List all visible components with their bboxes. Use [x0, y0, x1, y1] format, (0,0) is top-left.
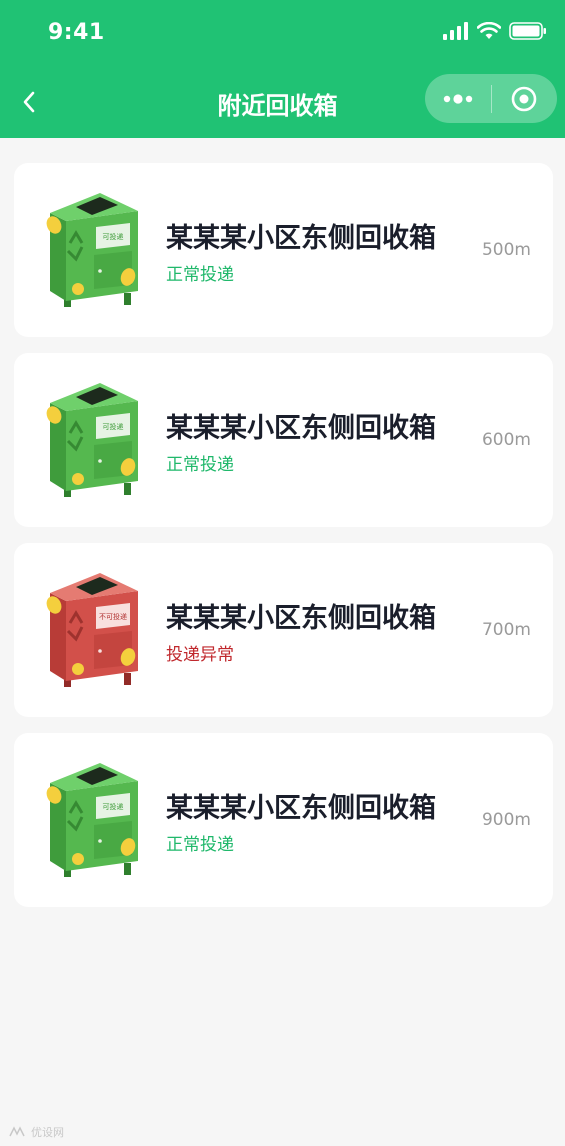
bin-name: 某某某小区东侧回收箱	[166, 413, 436, 444]
recycle-bin-card[interactable]: 不可投递 某某某小区东侧回收箱 投递异常 700m	[14, 543, 553, 717]
bin-distance: 700m	[481, 620, 531, 640]
recycle-bin-illustration: 可投递	[46, 383, 138, 497]
logo-icon	[9, 1126, 25, 1137]
bin-label-text: 可投递	[103, 802, 124, 811]
close-miniprogram-button[interactable]	[492, 74, 558, 123]
recycle-bin-illustration: 可投递	[46, 193, 138, 307]
bin-label-text: 不可投递	[99, 612, 127, 621]
bin-name: 某某某小区东侧回收箱	[166, 793, 436, 824]
recycle-bin-list: 可投递 某某某小区东侧回收箱 正常投递 500m 可投递 某某某小区东侧回收箱 …	[14, 163, 553, 923]
wifi-icon	[477, 22, 501, 39]
bin-status: 投递异常	[166, 645, 234, 665]
bin-distance: 600m	[481, 430, 531, 450]
target-circle-icon	[511, 86, 537, 111]
more-button[interactable]	[425, 74, 491, 123]
bin-status: 正常投递	[166, 265, 234, 285]
status-icons	[443, 22, 547, 40]
bin-status: 正常投递	[166, 455, 234, 475]
recycle-bin-illustration: 可投递	[46, 763, 138, 877]
bin-distance: 900m	[481, 810, 531, 830]
bin-label-text: 可投递	[103, 232, 124, 241]
top-header: 9:41 附近回收箱	[0, 0, 565, 138]
recycle-bin-illustration: 不可投递	[46, 573, 138, 687]
bin-name: 某某某小区东侧回收箱	[166, 603, 436, 634]
bin-distance: 500m	[481, 240, 531, 260]
recycle-bin-card[interactable]: 可投递 某某某小区东侧回收箱 正常投递 900m	[14, 733, 553, 907]
bin-name: 某某某小区东侧回收箱	[166, 223, 436, 254]
miniprogram-capsule	[425, 74, 557, 123]
watermark: 优设网	[8, 1124, 64, 1140]
bin-label-text: 可投递	[103, 422, 124, 431]
status-bar: 9:41	[0, 0, 565, 66]
recycle-bin-card[interactable]: 可投递 某某某小区东侧回收箱 正常投递 600m	[14, 353, 553, 527]
watermark-text: 优设网	[31, 1126, 64, 1139]
more-dots-icon	[443, 93, 472, 104]
status-time: 9:41	[48, 20, 105, 45]
recycle-bin-card[interactable]: 可投递 某某某小区东侧回收箱 正常投递 500m	[14, 163, 553, 337]
nav-bar: 附近回收箱	[0, 72, 565, 134]
battery-icon	[509, 22, 546, 40]
bin-status: 正常投递	[166, 835, 234, 855]
signal-icon	[443, 22, 468, 40]
